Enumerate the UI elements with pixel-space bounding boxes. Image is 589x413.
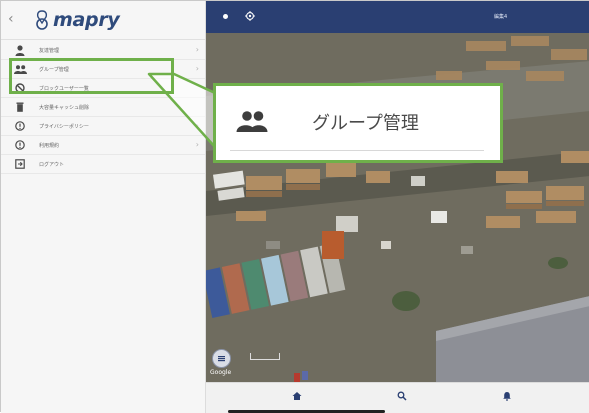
- app-frame: ‹ mapry 友達管理 › グループ管理 › ブロックユーザー一覧 大容量キャ…: [0, 0, 589, 413]
- back-chevron-icon[interactable]: ‹: [8, 12, 14, 26]
- map-pin-logo-icon: [36, 10, 48, 30]
- map-attribution: Google: [210, 369, 232, 376]
- callout-label: グループ管理: [312, 113, 419, 134]
- sidebar-item-terms[interactable]: 利用規約 ›: [1, 136, 205, 155]
- sidebar-item-logout[interactable]: ログアウト: [1, 155, 205, 174]
- chevron-right-icon: ›: [195, 45, 199, 54]
- map-view[interactable]: 編集4 Google: [206, 1, 589, 413]
- sidebar-item-label: 利用規約: [39, 142, 60, 149]
- chevron-right-icon: ›: [195, 64, 199, 73]
- callout-zoom: グループ管理: [213, 83, 503, 163]
- layers-icon: [218, 356, 225, 362]
- bell-icon[interactable]: [502, 391, 512, 401]
- crosshair-icon[interactable]: [245, 11, 255, 21]
- sidebar-item-label: ログアウト: [39, 161, 65, 168]
- search-icon[interactable]: [397, 391, 407, 401]
- person-icon: [10, 44, 30, 56]
- location-dot-icon[interactable]: [223, 14, 228, 19]
- trash-icon: [10, 101, 30, 113]
- chevron-right-icon: ›: [195, 121, 199, 130]
- sidebar-item-clear-cache[interactable]: 大容量キャッシュ削除: [1, 98, 205, 117]
- callout-menu-item: グループ管理: [230, 94, 484, 151]
- sidebar-item-label: 大容量キャッシュ削除: [39, 104, 90, 111]
- map-scale-bar: [250, 353, 280, 360]
- map-topbar-title: 編集4: [494, 14, 508, 20]
- group-icon: [236, 111, 268, 132]
- bottom-tab-bar: [206, 382, 589, 413]
- sidebar-item-label: プライバシーポリシー: [39, 123, 89, 130]
- sidebar-item-privacy-policy[interactable]: プライバシーポリシー ›: [1, 117, 205, 136]
- satellite-imagery: [206, 1, 589, 413]
- home-icon[interactable]: [292, 391, 302, 401]
- logout-icon: [10, 158, 30, 170]
- chevron-right-icon: ›: [195, 140, 199, 149]
- sidebar-item-label: 友達管理: [39, 47, 60, 54]
- logo: mapry: [32, 9, 120, 31]
- sidebar-header: ‹ mapry: [1, 1, 205, 40]
- highlight-box: [9, 58, 174, 94]
- info-icon: [10, 139, 30, 151]
- map-topbar: 編集4: [206, 1, 589, 33]
- layers-button[interactable]: [212, 349, 231, 368]
- info-icon: [10, 120, 30, 132]
- logo-text: mapry: [53, 9, 120, 31]
